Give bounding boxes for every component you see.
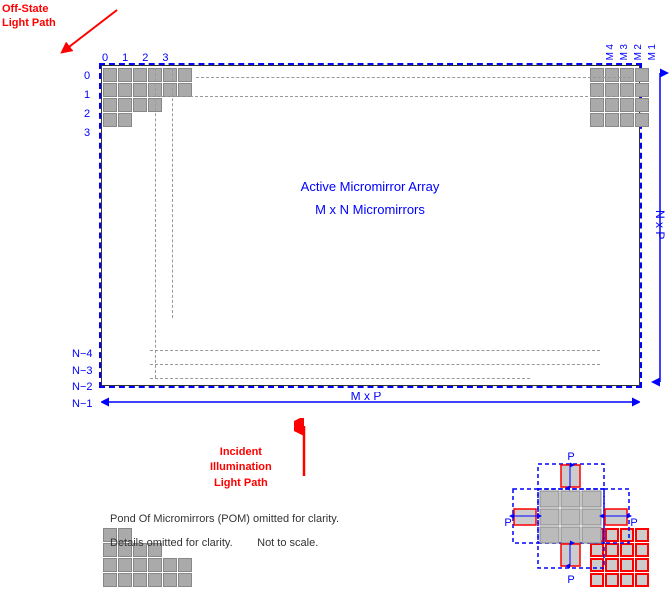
row-numbers-bottom-left: N−4 N−3 N−2 N−1: [72, 346, 93, 412]
pom-diagram: P P P P: [496, 448, 646, 588]
incident-illumination-label: Incident Illumination Light Path: [210, 445, 272, 491]
nxp-label: N x P: [653, 210, 667, 239]
hline-n3: [150, 350, 600, 351]
svg-text:P: P: [567, 574, 574, 586]
vline-col1: [155, 68, 156, 378]
main-container: Off-State Light Path 0 1 2 3 4 3 2 1 M M…: [0, 0, 671, 600]
mxp-arrow: M x P: [101, 392, 640, 412]
incident-arrow: [294, 418, 314, 478]
svg-text:P: P: [504, 517, 511, 529]
hline-1: [150, 96, 638, 97]
top-left-mirror-grid: [103, 68, 192, 128]
notes-text: Pond Of Micromirrors (POM) omitted for c…: [110, 510, 339, 554]
hline-0: [196, 77, 631, 78]
row-numbers-left: 0 1 2 3: [84, 67, 90, 142]
col-numbers-top-right: 4 3 2 1 M M M M: [605, 44, 658, 60]
off-state-label: Off-State Light Path: [2, 2, 56, 31]
center-text: Active Micromirror Array M x N Micromirr…: [100, 175, 640, 222]
svg-text:P: P: [567, 451, 574, 463]
pom-svg: P P P P: [496, 448, 646, 588]
hline-n2: [150, 364, 600, 365]
svg-text:M x P: M x P: [351, 392, 382, 403]
hline-n1: [150, 378, 530, 379]
svg-text:P: P: [630, 517, 637, 529]
